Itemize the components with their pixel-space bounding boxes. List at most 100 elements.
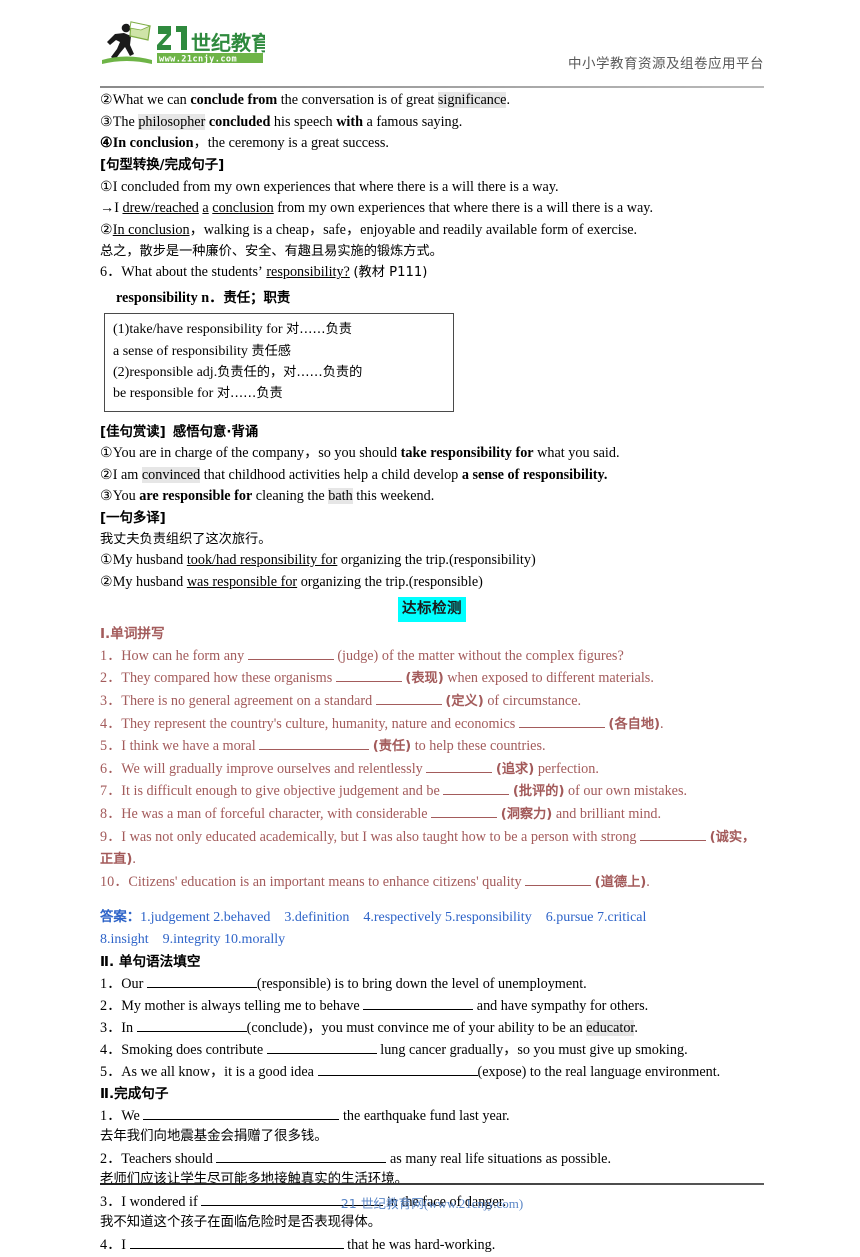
gs2-bold: a sense of responsibility. bbox=[461, 466, 608, 483]
ex1-6-blank[interactable] bbox=[426, 771, 493, 773]
ex2-item-2: 2．My mother is always telling me to beha… bbox=[100, 995, 764, 1017]
ex3-4-blank[interactable] bbox=[129, 1248, 344, 1250]
ex1-1-blank[interactable] bbox=[247, 659, 334, 661]
ex1-2-blank[interactable] bbox=[335, 681, 402, 683]
ex2-item-3: 3．In (conclude)，you must convince me of … bbox=[100, 1017, 764, 1039]
ex1-7-pre: It is difficult enough to give objective… bbox=[121, 783, 444, 800]
ex1-item-10: 10．Citizens' education is an important m… bbox=[100, 871, 764, 894]
ex3-1-blank[interactable] bbox=[143, 1119, 340, 1121]
document-content: ②What we can conclude from the conversat… bbox=[100, 90, 764, 1257]
ex3-bold-2: with bbox=[336, 113, 363, 130]
phrase-row-1: (1)take/have responsibility for 对……负责 bbox=[113, 319, 443, 340]
status-badge: 达标检测 bbox=[398, 597, 466, 623]
ex2-mid: the conversation is of great bbox=[277, 92, 438, 108]
ex1-3-hint: (定义) bbox=[445, 694, 484, 709]
entry6-num: 6． bbox=[100, 264, 122, 280]
ex1-4-num: 4． bbox=[100, 715, 122, 732]
header-divider bbox=[100, 86, 764, 88]
ex1-8-num: 8． bbox=[100, 805, 122, 822]
ex1-item-5: 5．I think we have a moral (责任) to help t… bbox=[100, 735, 764, 758]
entry6-source: (教材 P111) bbox=[353, 265, 428, 280]
ex1-9-blank[interactable] bbox=[640, 839, 707, 841]
ex2-3-blank[interactable] bbox=[136, 1030, 247, 1032]
multi-translate-label: [一句多译] bbox=[100, 508, 764, 530]
phrase-4-cn: 对……负责 bbox=[216, 386, 283, 402]
gs3-mid: cleaning the bbox=[252, 488, 329, 505]
ex2-5-num: 5． bbox=[100, 1064, 122, 1081]
page-header: 世纪教育 www.21cnjy.com 中小学教育资源及组卷应用平台 bbox=[100, 18, 764, 90]
t3-u: In conclusion bbox=[112, 222, 190, 239]
ex2-2-num: 2． bbox=[100, 997, 122, 1014]
ex1-5-blank[interactable] bbox=[259, 749, 370, 751]
phrase-row-2: a sense of responsibility 责任感 bbox=[113, 341, 443, 362]
ex2-1-post: (responsible) is to bring down the level… bbox=[256, 975, 587, 992]
t2-pre: →I bbox=[100, 200, 123, 217]
ex2-5-post: (expose) to the real language environmen… bbox=[477, 1064, 721, 1081]
ex1-10-blank[interactable] bbox=[525, 884, 592, 886]
ex2-4-post: lung cancer gradually，so you must give u… bbox=[376, 1042, 688, 1059]
entry6-word-dot: ． bbox=[209, 289, 224, 306]
ex3-2-blank[interactable] bbox=[216, 1162, 387, 1164]
good-sentences-label-2: 感悟句意·背诵 bbox=[172, 424, 259, 440]
ex1-10-post: . bbox=[646, 873, 650, 890]
good-sentence-3: ③You are responsible for cleaning the ba… bbox=[100, 486, 764, 508]
gs3-bold: are responsible for bbox=[139, 488, 253, 505]
ex1-6-post: perfection. bbox=[534, 760, 599, 777]
phrase-4-en: be responsible for bbox=[113, 386, 217, 402]
mt1-underline: took/had responsibility for bbox=[186, 551, 338, 568]
ex4-bold: ④In conclusion bbox=[100, 135, 194, 152]
ex1-3-num: 3． bbox=[100, 693, 122, 709]
ex3-end: a famous saying. bbox=[363, 113, 463, 130]
ex1-1-post: of the matter without the complex figure… bbox=[378, 648, 624, 665]
ex1-5-post: to help these countries. bbox=[411, 738, 546, 755]
ex1-item-8: 8．He was a man of forceful character, wi… bbox=[100, 803, 764, 826]
gs2-pre: ②I am bbox=[100, 466, 142, 483]
gs1-pre: ①You are in charge of the company，so you… bbox=[100, 445, 401, 461]
entry6-word-en: responsibility n bbox=[116, 289, 210, 306]
t2-u2: a bbox=[202, 200, 209, 217]
ex1-6-pre: We will gradually improve ourselves and … bbox=[121, 760, 427, 777]
entry6-word-cn: 责任；职责 bbox=[223, 290, 291, 306]
ex2-1-num: 1． bbox=[100, 975, 122, 992]
document-page: 世纪教育 www.21cnjy.com 中小学教育资源及组卷应用平台 ②What… bbox=[0, 18, 860, 1253]
phrase-1-cn: 对……负责 bbox=[286, 322, 352, 338]
gs2-highlight: convinced bbox=[141, 466, 201, 483]
ex1-3-post: of circumstance. bbox=[483, 693, 582, 709]
ex3-4-pre: I bbox=[121, 1237, 130, 1254]
ex1-3-blank[interactable] bbox=[375, 704, 442, 705]
phrase-row-4: be responsible for 对……负责 bbox=[113, 383, 443, 404]
logo-21cnjy-icon: 世纪教育 www.21cnjy.com bbox=[102, 21, 265, 65]
gs2-mid: that childhood activities help a child d… bbox=[200, 466, 462, 483]
transform-line-2: →I drew/reached a conclusion from my own… bbox=[100, 198, 764, 220]
ex2-pre: ②What we can bbox=[100, 92, 191, 108]
ex1-7-blank[interactable] bbox=[443, 794, 510, 796]
good-sentences-label: [佳句赏读] 感悟句意·背诵 bbox=[100, 422, 764, 444]
ex1-9-pre: I was not only educated academically, bu… bbox=[121, 828, 641, 845]
mt1-end: organizing the trip.(responsibility) bbox=[337, 551, 536, 568]
gs3-end: this weekend. bbox=[352, 488, 435, 505]
ex2-5-blank[interactable] bbox=[317, 1075, 478, 1077]
ex1-8-blank[interactable] bbox=[431, 816, 498, 818]
ex2-3-tail: . bbox=[634, 1019, 638, 1036]
answers-block: 答案：1.judgement 2.behaved 3.definition 4.… bbox=[100, 907, 764, 950]
ex2-4-pre: Smoking does contribute bbox=[121, 1042, 267, 1059]
answers-line-2: 8.insight 9.integrity 10.morally bbox=[100, 932, 286, 948]
ex1-3-pre: There is no general agreement on a stand… bbox=[121, 693, 376, 709]
gs1-bold: take responsibility for bbox=[400, 445, 534, 461]
ex1-5-num: 5． bbox=[100, 738, 122, 755]
ex2-4-blank[interactable] bbox=[266, 1053, 377, 1055]
answers-label: 答案： bbox=[100, 910, 141, 926]
ex1-4-blank[interactable] bbox=[518, 726, 605, 728]
ex3-1-pre: We bbox=[121, 1108, 144, 1125]
t2-u3: conclusion bbox=[212, 200, 274, 217]
ex1-9-num: 9． bbox=[100, 828, 122, 845]
gs3-highlight: bath bbox=[328, 488, 353, 505]
ex3-mid: his speech bbox=[270, 113, 337, 130]
ex2-1-blank[interactable] bbox=[146, 986, 257, 988]
multi-translate-1: ①My husband took/had responsibility for … bbox=[100, 550, 764, 572]
good-sentence-1: ①You are in charge of the company，so you… bbox=[100, 443, 764, 465]
entry-6-question: 6．What about the students’ responsibilit… bbox=[100, 262, 764, 284]
ex2-2-blank[interactable] bbox=[363, 1008, 474, 1010]
entry6-apos: ’ bbox=[258, 264, 263, 280]
ex1-1-pre: How can he form any bbox=[121, 648, 248, 665]
